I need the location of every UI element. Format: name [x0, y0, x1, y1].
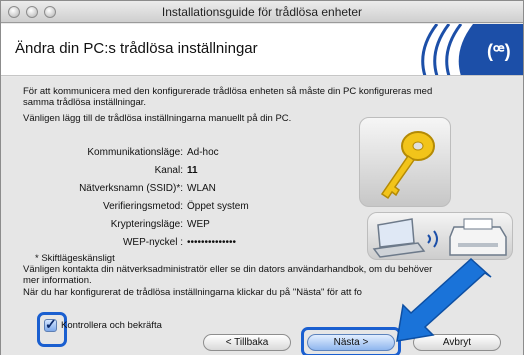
checkmark-icon: ✓ [45, 316, 57, 332]
cancel-button[interactable]: Avbryt [413, 334, 501, 351]
contact-line-2: mer information. [23, 275, 92, 286]
setting-value: Öppet system [187, 201, 249, 212]
contact-note: Vänligen kontakta din nätverksadministra… [23, 264, 501, 286]
setting-label: WEP-nyckel : [122, 237, 183, 248]
svg-text:(ꟹ): (ꟹ) [487, 41, 511, 61]
setting-row: Nätverksnamn (SSID)*: WLAN [61, 183, 321, 197]
intro-text: För att kommunicera med den konfigurerad… [23, 86, 513, 108]
intro-line-3: Vänligen lägg till de trådlösa inställni… [23, 113, 292, 124]
setting-value: WEP [187, 219, 210, 230]
setting-label: Verifieringsmetod: [102, 201, 183, 212]
setting-value: Ad-hoc [187, 147, 219, 158]
case-sensitive-note: * Skiftlägeskänsligt [35, 253, 115, 264]
intro-line-1: För att kommunicera med den konfigurerad… [23, 86, 433, 97]
laptop-printer-icon [372, 218, 507, 258]
setting-label: Kanal: [154, 165, 183, 176]
intro-line-2: samma trådlösa inställningar. [23, 97, 147, 108]
setting-row: WEP-nyckel : •••••••••••••• [61, 237, 321, 251]
header-banner: Ändra din PC:s trådlösa inställningar (ꟹ… [1, 24, 523, 76]
installer-window: Installationsguide för trådlösa enheter … [0, 0, 524, 355]
next-button[interactable]: Nästa > [307, 334, 395, 351]
key-illustration [359, 117, 451, 207]
setting-label: Kommunikationsläge: [87, 147, 183, 158]
setting-label: Nätverksnamn (SSID)*: [79, 183, 183, 194]
next-instruction: När du har konfigurerat de trådlösa inst… [23, 287, 362, 298]
title-bar: Installationsguide för trådlösa enheter [1, 1, 523, 23]
setting-row: Krypteringsläge: WEP [61, 219, 321, 233]
key-icon [380, 131, 435, 200]
setting-row: Kanal: 11 [61, 165, 321, 179]
setting-value: WLAN [187, 183, 216, 194]
window-title: Installationsguide för trådlösa enheter [161, 5, 363, 19]
devices-illustration [367, 212, 513, 260]
contact-line-1: Vänligen kontakta din nätverksadministra… [23, 264, 433, 275]
setting-label: Krypteringsläge: [110, 219, 183, 230]
page-title: Ändra din PC:s trådlösa inställningar [15, 40, 258, 57]
content-area: För att kommunicera med den konfigurerad… [1, 77, 523, 355]
confirm-checkbox-label[interactable]: Kontrollera och bekräfta [61, 320, 162, 331]
setting-value: •••••••••••••• [187, 237, 237, 248]
setting-row: Verifieringsmetod: Öppet system [61, 201, 321, 215]
wireless-signal-logo-icon: (ꟹ) [407, 24, 523, 75]
back-button[interactable]: < Tillbaka [203, 334, 291, 351]
setting-row: Kommunikationsläge: Ad-hoc [61, 147, 321, 161]
setting-value: 11 [187, 165, 198, 176]
